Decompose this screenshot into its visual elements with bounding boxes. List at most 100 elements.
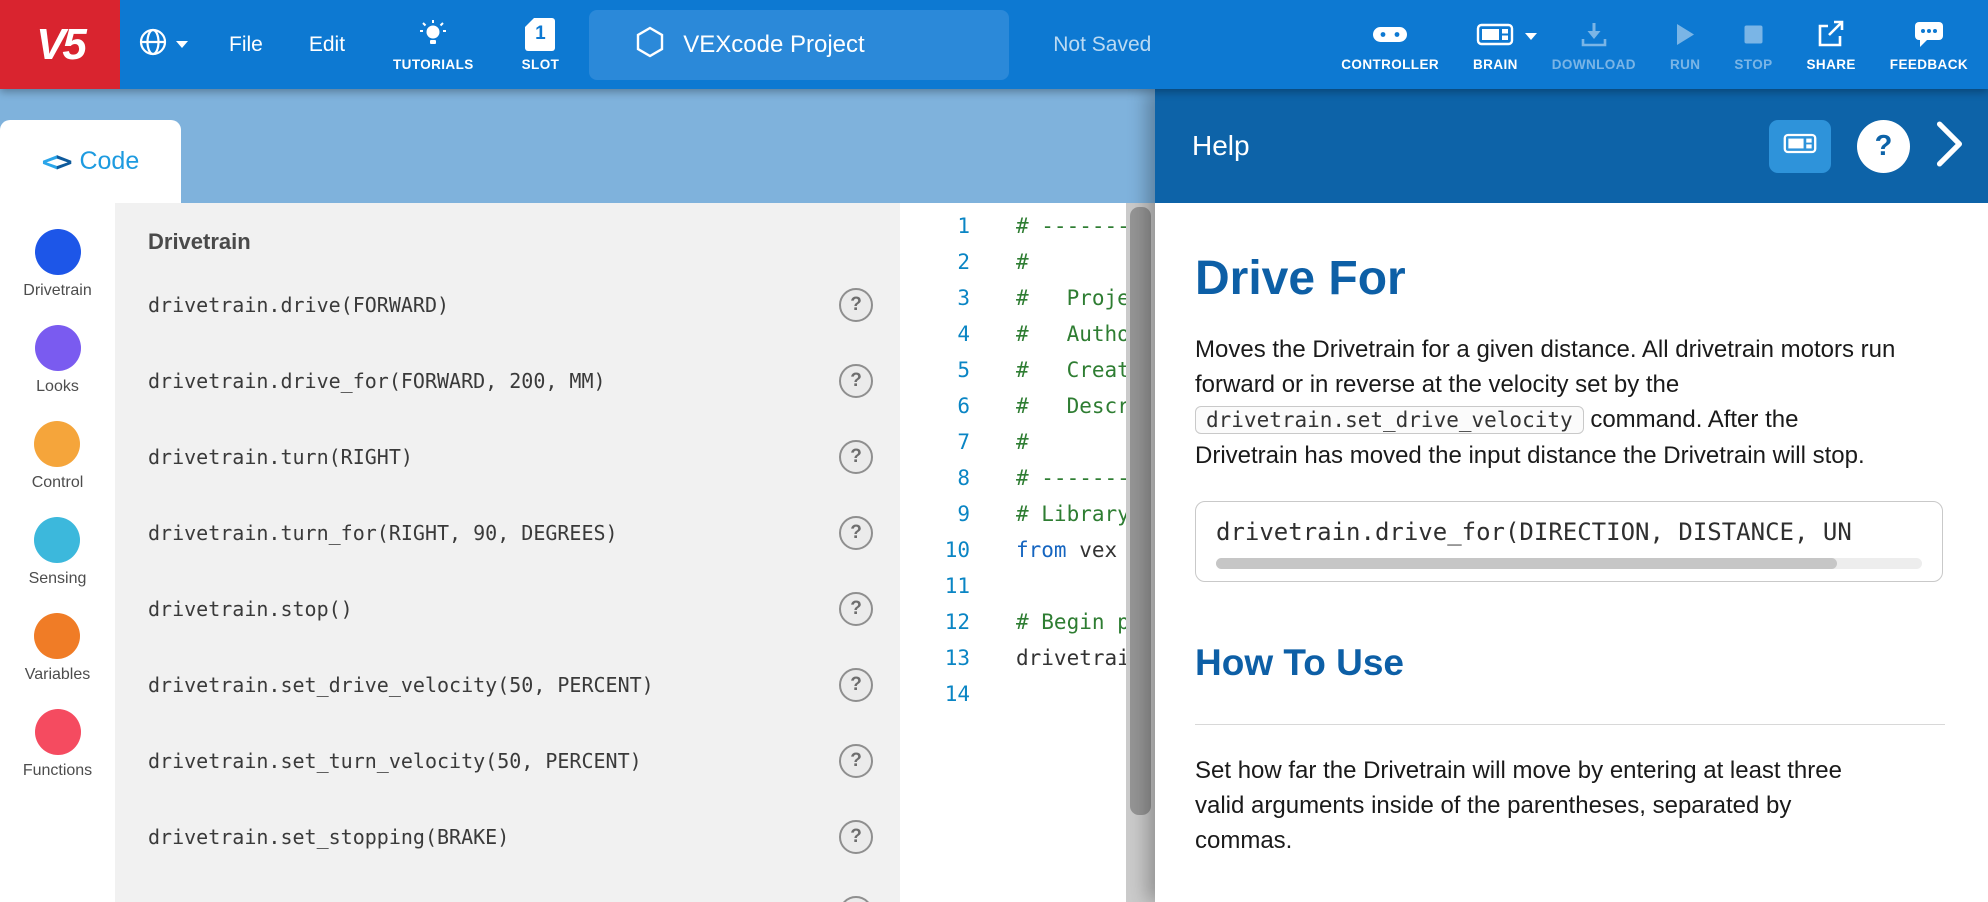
line-number: 4 bbox=[900, 322, 970, 346]
editor-line: 1# ------------ bbox=[900, 208, 1126, 244]
code-example-scrollbar[interactable] bbox=[1216, 558, 1922, 569]
command-text[interactable]: drivetrain.turn(RIGHT) bbox=[148, 445, 413, 469]
command-row[interactable]: drivetrain.turn(RIGHT) ? bbox=[115, 419, 900, 495]
tab-code[interactable]: <> Code bbox=[0, 120, 181, 203]
command-help-button[interactable]: ? bbox=[839, 364, 873, 398]
category-control[interactable]: Control bbox=[32, 421, 84, 492]
feedback-button[interactable]: FEEDBACK bbox=[1890, 17, 1968, 72]
category-looks[interactable]: Looks bbox=[35, 325, 81, 396]
command-help-button[interactable]: ? bbox=[839, 592, 873, 626]
code-editor[interactable]: 1# ------------ 2# 3# Proje 4# Autho 5# … bbox=[900, 203, 1126, 902]
line-number: 2 bbox=[900, 250, 970, 274]
code-example-scrollbar-thumb[interactable] bbox=[1216, 558, 1837, 569]
edit-menu[interactable]: Edit bbox=[309, 33, 345, 57]
vex-v5-logo[interactable]: V5 bbox=[0, 0, 120, 89]
command-help-button[interactable]: ? bbox=[839, 440, 873, 474]
editor-line: 2# bbox=[900, 244, 1126, 280]
command-row[interactable]: drivetrain.drive_for(FORWARD, 200, MM) ? bbox=[115, 343, 900, 419]
hexagon-icon bbox=[635, 26, 665, 63]
project-name-button[interactable]: VEXcode Project bbox=[589, 10, 1009, 80]
command-row[interactable]: drivetrain.set_stopping(BRAKE) ? bbox=[115, 799, 900, 875]
stop-icon bbox=[1743, 17, 1764, 51]
editor-line: 3# Proje bbox=[900, 280, 1126, 316]
slot-number: 1 bbox=[535, 23, 546, 45]
command-row[interactable]: drivetrain.turn_for(RIGHT, 90, DEGREES) … bbox=[115, 495, 900, 571]
editor-line: 5# Create bbox=[900, 352, 1126, 388]
help-panel-title: Help bbox=[1192, 130, 1250, 162]
command-text[interactable]: drivetrain.drive(FORWARD) bbox=[148, 293, 449, 317]
editor-line: 11 bbox=[900, 568, 1126, 604]
line-number: 14 bbox=[900, 682, 970, 706]
download-button[interactable]: DOWNLOAD bbox=[1552, 17, 1636, 72]
brain-chevron-down-icon[interactable] bbox=[1524, 28, 1538, 46]
command-help-button[interactable]: ? bbox=[839, 744, 873, 778]
category-variables[interactable]: Variables bbox=[25, 613, 91, 684]
stop-button[interactable]: STOP bbox=[1734, 17, 1772, 72]
code-brackets-icon: <> bbox=[42, 145, 70, 178]
language-menu[interactable] bbox=[138, 27, 189, 62]
command-text[interactable]: drivetrain.set_drive_velocity(50, PERCEN… bbox=[148, 673, 654, 697]
command-text[interactable]: drivetrain.turn_for(RIGHT, 90, DEGREES) bbox=[148, 521, 618, 545]
editor-line: 12# Begin p bbox=[900, 604, 1126, 640]
category-control-icon bbox=[34, 421, 80, 467]
line-number: 8 bbox=[900, 466, 970, 490]
command-help-button[interactable]: ? bbox=[839, 668, 873, 702]
inline-code-chip: drivetrain.set_drive_velocity bbox=[1195, 406, 1584, 434]
category-sensing[interactable]: Sensing bbox=[29, 517, 87, 588]
toolbar-right-group: CONTROLLER BRAIN bbox=[1307, 17, 1988, 72]
category-drivetrain[interactable]: Drivetrain bbox=[23, 229, 91, 300]
line-number: 11 bbox=[900, 574, 970, 598]
brain-icon bbox=[1476, 17, 1514, 51]
brain-button[interactable]: BRAIN bbox=[1473, 17, 1518, 72]
help-question-button[interactable]: ? bbox=[1857, 120, 1910, 173]
command-text[interactable]: drivetrain.set_stopping(BRAKE) bbox=[148, 825, 509, 849]
command-row[interactable]: drivetrain.drive(FORWARD) ? bbox=[115, 267, 900, 343]
command-row-partial[interactable]: ? bbox=[115, 875, 900, 902]
command-help-button[interactable]: ? bbox=[839, 288, 873, 322]
command-text[interactable]: drivetrain.drive_for(FORWARD, 200, MM) bbox=[148, 369, 606, 393]
help-brain-button[interactable] bbox=[1769, 120, 1831, 173]
help-topic-title: Drive For bbox=[1195, 251, 1944, 306]
command-help-button[interactable]: ? bbox=[839, 516, 873, 550]
file-menu[interactable]: File bbox=[229, 33, 263, 57]
how-to-use-text: Set how far the Drivetrain will move by … bbox=[1195, 753, 1890, 858]
category-variables-label: Variables bbox=[25, 666, 91, 684]
command-row[interactable]: drivetrain.set_drive_velocity(50, PERCEN… bbox=[115, 647, 900, 723]
share-button[interactable]: SHARE bbox=[1807, 17, 1856, 72]
editor-scrollbar[interactable] bbox=[1126, 203, 1155, 902]
how-to-use-heading: How To Use bbox=[1195, 642, 1944, 684]
line-number: 7 bbox=[900, 430, 970, 454]
line-number: 1 bbox=[900, 214, 970, 238]
top-toolbar: V5 File Edit bbox=[0, 0, 1988, 89]
command-group-header: Drivetrain bbox=[148, 229, 900, 255]
tutorials-button[interactable]: TUTORIALS bbox=[393, 17, 474, 72]
slot-icon: 1 bbox=[525, 17, 555, 51]
command-help-button[interactable]: ? bbox=[839, 896, 873, 902]
slot-button[interactable]: 1 SLOT bbox=[522, 17, 560, 72]
editor-line: 4# Autho bbox=[900, 316, 1126, 352]
line-number: 3 bbox=[900, 286, 970, 310]
share-icon bbox=[1816, 17, 1846, 51]
category-drivetrain-icon bbox=[35, 229, 81, 275]
category-functions[interactable]: Functions bbox=[23, 709, 92, 780]
command-row[interactable]: drivetrain.stop() ? bbox=[115, 571, 900, 647]
line-number: 12 bbox=[900, 610, 970, 634]
download-icon bbox=[1579, 17, 1609, 51]
command-text[interactable]: drivetrain.set_turn_velocity(50, PERCENT… bbox=[148, 749, 642, 773]
controller-button[interactable]: CONTROLLER bbox=[1341, 17, 1439, 72]
command-help-button[interactable]: ? bbox=[839, 820, 873, 854]
collapse-help-button[interactable] bbox=[1936, 121, 1964, 172]
vex-v5-logo-text: V5 bbox=[36, 20, 84, 70]
divider bbox=[1195, 724, 1945, 725]
category-sidebar: Drivetrain Looks Control Sensing Variabl… bbox=[0, 203, 115, 902]
editor-line: 6# Descri bbox=[900, 388, 1126, 424]
share-label: SHARE bbox=[1807, 57, 1856, 72]
category-functions-icon bbox=[35, 709, 81, 755]
command-text[interactable]: drivetrain.stop() bbox=[148, 597, 353, 621]
run-button[interactable]: RUN bbox=[1670, 17, 1700, 72]
command-row[interactable]: drivetrain.set_turn_velocity(50, PERCENT… bbox=[115, 723, 900, 799]
category-looks-icon bbox=[35, 325, 81, 371]
main-area: Drivetrain Looks Control Sensing Variabl… bbox=[0, 203, 1155, 902]
help-description: Moves the Drivetrain for a given distanc… bbox=[1195, 332, 1900, 473]
editor-scrollbar-thumb[interactable] bbox=[1130, 207, 1151, 815]
